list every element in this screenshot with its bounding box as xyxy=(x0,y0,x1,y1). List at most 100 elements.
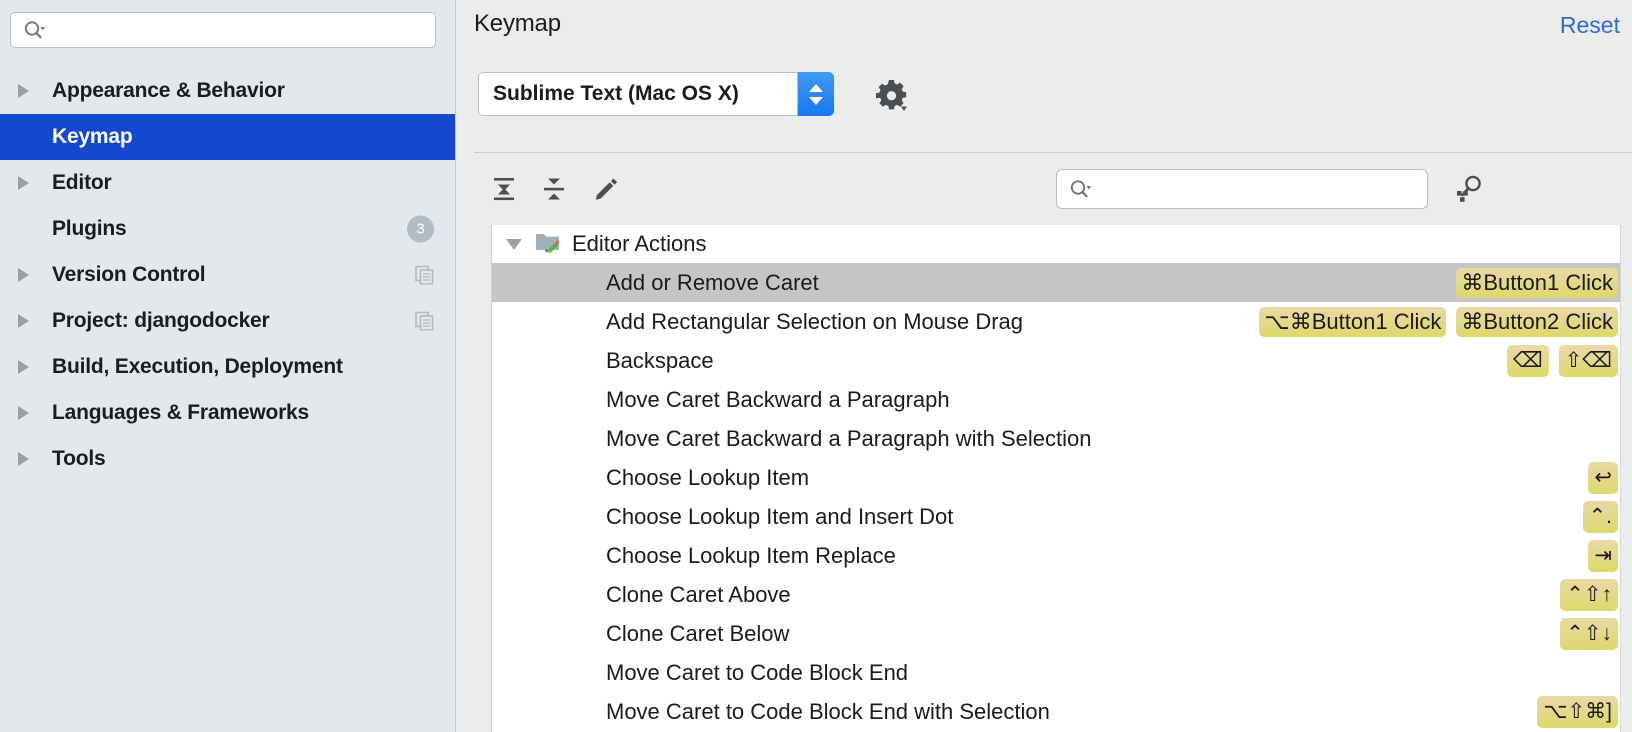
sidebar-search-box[interactable] xyxy=(10,12,436,48)
sidebar-item-editor[interactable]: Editor xyxy=(0,160,456,206)
keymap-row[interactable]: Choose Lookup Item and Insert Dot ⌃. xyxy=(492,497,1620,536)
keymap-shortcut-group: ⌥⌘Button1 Click ⌘Button2 Click xyxy=(1259,306,1618,337)
shortcut-badge[interactable]: ⌘Button1 Click xyxy=(1456,267,1618,298)
scrollbar-thumb[interactable] xyxy=(1623,227,1630,347)
keymap-action-label: Move Caret to Code Block End with Select… xyxy=(606,698,1050,724)
copy-settings-icon[interactable] xyxy=(415,311,434,331)
keymap-tree: Editor Actions Add or Remove Caret ⌘Butto… xyxy=(492,225,1620,732)
shortcut-badge[interactable]: ⇧⌫ xyxy=(1558,344,1618,377)
search-icon xyxy=(1069,179,1091,199)
shortcut-badge[interactable]: ⌥⌘Button1 Click xyxy=(1259,306,1447,337)
sidebar-item-label: Tools xyxy=(52,447,106,470)
chevron-right-icon[interactable] xyxy=(18,314,40,328)
tree-group-label: Editor Actions xyxy=(572,231,707,256)
sidebar-item-label: Build, Execution, Deployment xyxy=(52,355,343,378)
chevron-right-icon[interactable] xyxy=(18,360,40,374)
chevron-down-icon[interactable] xyxy=(506,238,522,250)
keymap-row[interactable]: Move Caret Backward a Paragraph with Sel… xyxy=(492,419,1620,458)
sidebar-item-label: Appearance & Behavior xyxy=(52,79,285,102)
sidebar-item-tools[interactable]: Tools xyxy=(0,436,456,482)
sidebar-item-appearance-behavior[interactable]: Appearance & Behavior xyxy=(0,68,456,114)
keymap-action-label: Move Caret Backward a Paragraph with Sel… xyxy=(606,425,1092,451)
keymap-shortcut-group: ⇥ xyxy=(1588,539,1618,572)
chevron-right-icon[interactable] xyxy=(18,406,40,420)
shortcut-badge[interactable]: ⌥⇧⌘] xyxy=(1537,695,1618,728)
keymap-action-rows: Add or Remove Caret ⌘Button1 Click Add Rec… xyxy=(492,263,1620,731)
keymap-shortcut-group: ⌥⇧⌘] xyxy=(1537,695,1618,728)
keymap-row[interactable]: Move Caret to Code Block End xyxy=(492,653,1620,692)
keymap-shortcut-group: ⌃⇧↓ xyxy=(1560,617,1618,650)
settings-dialog: Appearance & Behavior Keymap Editor Plugins… xyxy=(0,0,1632,732)
keymap-action-label: Clone Caret Below xyxy=(606,620,790,646)
keymap-action-label: Add or Remove Caret xyxy=(606,269,819,295)
keymap-scheme-selector[interactable]: Sublime Text (Mac OS X) xyxy=(478,72,834,116)
sidebar-search-input[interactable] xyxy=(53,20,413,40)
sidebar-item-languages-frameworks[interactable]: Languages & Frameworks xyxy=(0,390,456,436)
sidebar-item-label: Version Control xyxy=(52,263,206,286)
sidebar-item-label: Editor xyxy=(52,171,112,194)
sidebar-item-label: Plugins xyxy=(52,217,127,240)
shortcut-badge[interactable]: ⌫ xyxy=(1507,344,1549,377)
reset-button[interactable]: Reset xyxy=(1560,12,1620,39)
keymap-scheme-value[interactable]: Sublime Text (Mac OS X) xyxy=(478,72,798,116)
list-scrollbar[interactable] xyxy=(1620,225,1632,732)
shortcut-badge[interactable]: ⌃⇧↓ xyxy=(1560,617,1618,650)
chevron-right-icon[interactable] xyxy=(18,84,40,98)
page-title: Keymap xyxy=(474,10,561,37)
keymap-shortcut-group: ⌃. xyxy=(1582,500,1618,533)
keymap-action-label: Choose Lookup Item Replace xyxy=(606,542,896,568)
collapse-all-icon[interactable] xyxy=(534,169,574,209)
chevron-right-icon[interactable] xyxy=(18,452,40,466)
list-gutter xyxy=(474,225,492,732)
copy-settings-icon[interactable] xyxy=(415,265,434,285)
keymap-row[interactable]: Choose Lookup Item Replace ⇥ xyxy=(492,536,1620,575)
keymap-row[interactable]: Backspace ⌫ ⇧⌫ xyxy=(492,341,1620,380)
keymap-row[interactable]: Move Caret Backward a Paragraph xyxy=(492,380,1620,419)
keymap-row[interactable]: Add or Remove Caret ⌘Button1 Click xyxy=(492,263,1620,302)
keymap-shortcut-group: ⌫ ⇧⌫ xyxy=(1507,344,1618,377)
sidebar-item-plugins[interactable]: Plugins 3 xyxy=(0,206,456,252)
keymap-row[interactable]: Choose Lookup Item ↩ xyxy=(492,458,1620,497)
keymap-action-label: Move Caret to Code Block End xyxy=(606,659,909,685)
plugins-count-badge: 3 xyxy=(407,215,434,243)
sidebar-item-project-djangodocker[interactable]: Project: djangodocker xyxy=(0,298,456,344)
shortcut-badge[interactable]: ⌘Button2 Click xyxy=(1456,306,1618,337)
keymap-shortcut-group: ⌃⇧↑ xyxy=(1560,578,1618,611)
keymap-panel: Keymap Reset Sublime Text (Mac OS X) Edi… xyxy=(456,0,1632,732)
shortcut-badge[interactable]: ⌃⇧↑ xyxy=(1560,578,1618,611)
keymap-action-label: Clone Caret Above xyxy=(606,581,791,607)
keymap-action-label: Choose Lookup Item and Insert Dot xyxy=(606,503,954,529)
keymap-row[interactable]: Add Rectangular Selection on Mouse Drag ⌥… xyxy=(492,302,1620,341)
sidebar-item-label: Keymap xyxy=(52,125,133,148)
tree-group-editor-actions[interactable]: Editor Actions xyxy=(492,225,1620,263)
chevron-right-icon[interactable] xyxy=(18,176,40,190)
keymap-row[interactable]: Clone Caret Above ⌃⇧↑ xyxy=(492,575,1620,614)
editor-actions-folder-icon xyxy=(534,230,562,259)
gear-icon[interactable] xyxy=(870,74,910,114)
pencil-edit-icon[interactable] xyxy=(586,169,626,209)
stepper-up-down-icon[interactable] xyxy=(798,72,834,116)
keymap-shortcut-group: ⌘Button1 Click xyxy=(1456,267,1618,298)
shortcut-badge[interactable]: ⌃. xyxy=(1582,500,1618,533)
sidebar-item-label: Project: djangodocker xyxy=(52,309,270,332)
keymap-row[interactable]: Clone Caret Below ⌃⇧↓ xyxy=(492,614,1620,653)
settings-nav-list: Appearance & Behavior Keymap Editor Plugins… xyxy=(0,68,456,482)
expand-all-icon[interactable] xyxy=(484,169,524,209)
sidebar-item-build-execution-deployment[interactable]: Build, Execution, Deployment xyxy=(0,344,456,390)
sidebar-item-version-control[interactable]: Version Control xyxy=(0,252,456,298)
settings-sidebar: Appearance & Behavior Keymap Editor Plugins… xyxy=(0,0,456,732)
chevron-right-icon[interactable] xyxy=(18,268,40,282)
keymap-filter-input[interactable] xyxy=(1099,179,1399,199)
keymap-filter-box[interactable] xyxy=(1056,169,1428,209)
shortcut-badge[interactable]: ⇥ xyxy=(1588,539,1618,572)
keymap-action-label: Choose Lookup Item xyxy=(606,464,810,490)
search-icon xyxy=(23,20,45,40)
keymap-row[interactable]: Move Caret to Code Block End with Select… xyxy=(492,692,1620,731)
sidebar-item-label: Languages & Frameworks xyxy=(52,401,310,424)
sidebar-item-keymap[interactable]: Keymap xyxy=(0,114,456,160)
keymap-action-label: Backspace xyxy=(606,347,714,373)
keymap-shortcut-group: ↩ xyxy=(1588,461,1618,494)
keymap-action-label: Add Rectangular Selection on Mouse Drag xyxy=(606,308,1024,334)
shortcut-badge[interactable]: ↩ xyxy=(1588,461,1618,494)
find-by-shortcut-icon[interactable] xyxy=(1449,169,1489,209)
